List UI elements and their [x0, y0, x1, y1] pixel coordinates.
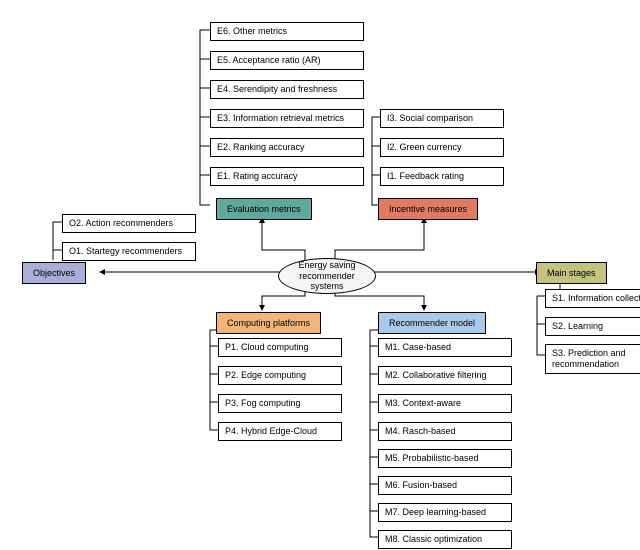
eval-e2: E2. Ranking accuracy	[210, 138, 364, 157]
model-title: Recommender model	[389, 318, 475, 328]
objectives-title: Objectives	[33, 268, 75, 278]
eval-e4: E4. Serendipity and freshness	[210, 80, 364, 99]
incentive-header: Incentive measures	[378, 198, 478, 220]
mainstages-title: Main stages	[547, 268, 596, 278]
inc-i2: I2. Green currency	[380, 138, 504, 157]
eval-e1: E1. Rating accuracy	[210, 167, 364, 186]
inc-i1: I1. Feedback rating	[380, 167, 504, 186]
mod-m1: M1. Case-based	[378, 338, 512, 357]
mod-m7: M7. Deep learning-based	[378, 503, 512, 522]
eval-e6: E6. Other metrics	[210, 22, 364, 41]
comp-p1: P1. Cloud computing	[218, 338, 342, 357]
mod-m6: M6. Fusion-based	[378, 476, 512, 495]
comp-p4: P4. Hybrid Edge-Cloud	[218, 422, 342, 441]
stage-s2: S2. Learning	[545, 317, 640, 336]
objectives-header: Objectives	[22, 262, 86, 284]
mod-m4: M4. Rasch-based	[378, 422, 512, 441]
inc-i3: I3. Social comparison	[380, 109, 504, 128]
computing-title: Computing platforms	[227, 318, 310, 328]
mod-m2: M2. Collaborative filtering	[378, 366, 512, 385]
mod-m8: M8. Classic optimization	[378, 530, 512, 549]
eval-e3: E3. Information retrieval metrics	[210, 109, 364, 128]
stage-s1: S1. Information collection	[545, 289, 640, 308]
mod-m5: M5. Probabilistic-based	[378, 449, 512, 468]
computing-header: Computing platforms	[216, 312, 321, 334]
comp-p2: P2. Edge computing	[218, 366, 342, 385]
obj-o2: O2. Action recommenders	[62, 214, 196, 233]
obj-o1: O1. Startegy recommenders	[62, 242, 196, 261]
incentive-title: Incentive measures	[389, 204, 467, 214]
stage-s3: S3. Prediction and recommendation	[545, 344, 640, 374]
evaluation-title: Evaluation metrics	[227, 204, 301, 214]
evaluation-header: Evaluation metrics	[216, 198, 312, 220]
eval-e5: E5. Acceptance ratio (AR)	[210, 51, 364, 70]
mainstages-header: Main stages	[536, 262, 607, 284]
center-node: Energy saving recommender systems	[278, 258, 376, 294]
mod-m3: M3. Context-aware	[378, 394, 512, 413]
model-header: Recommender model	[378, 312, 486, 334]
comp-p3: P3. Fog computing	[218, 394, 342, 413]
center-label: Energy saving recommender systems	[283, 260, 371, 292]
